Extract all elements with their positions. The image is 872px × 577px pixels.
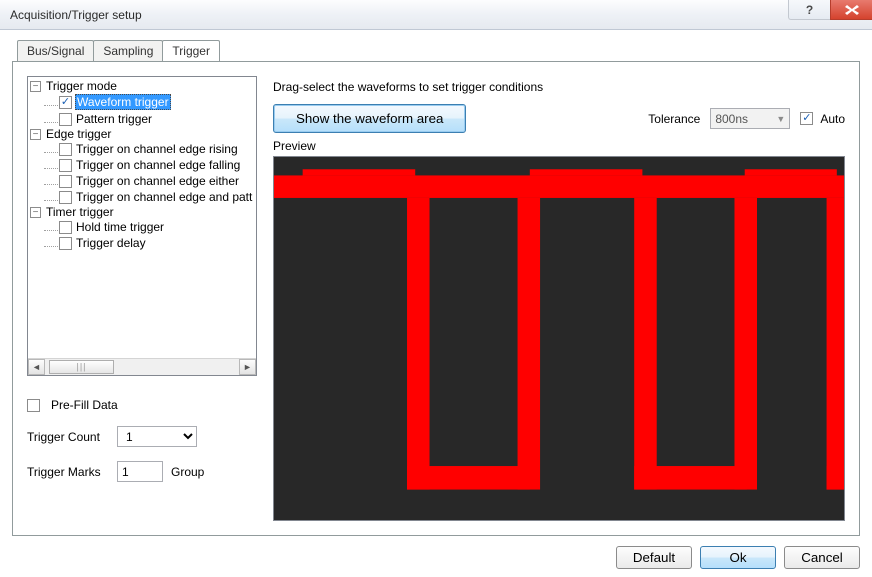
expander-icon[interactable]: −: [30, 129, 41, 140]
node-edge-patt[interactable]: Trigger on channel edge and patt: [75, 190, 253, 204]
preview-label: Preview: [273, 139, 845, 153]
node-trigger-delay[interactable]: Trigger delay: [75, 236, 147, 250]
window-buttons: ?: [788, 0, 872, 20]
window-title: Acquisition/Trigger setup: [10, 8, 142, 22]
node-waveform-trigger[interactable]: Waveform trigger: [75, 94, 171, 110]
tab-sampling[interactable]: Sampling: [93, 40, 163, 61]
group-label: Group: [171, 465, 204, 479]
checkbox-waveform-trigger[interactable]: [59, 96, 72, 109]
auto-label: Auto: [820, 112, 845, 126]
node-hold-time[interactable]: Hold time trigger: [75, 220, 165, 234]
close-button[interactable]: [830, 0, 872, 20]
dialog-body: Bus/Signal Sampling Trigger − Trigger mo…: [0, 30, 872, 577]
waveform-preview[interactable]: [273, 156, 845, 521]
cancel-button[interactable]: Cancel: [784, 546, 860, 569]
dialog-footer: Default Ok Cancel: [0, 546, 872, 569]
node-edge-trigger[interactable]: Edge trigger: [45, 127, 112, 141]
expander-icon[interactable]: −: [30, 207, 41, 218]
trigger-marks-input[interactable]: [117, 461, 163, 482]
titlebar: Acquisition/Trigger setup ?: [0, 0, 872, 30]
checkbox-edge-falling[interactable]: [59, 159, 72, 172]
left-options: Pre-Fill Data Trigger Count 1 Trigger Ma…: [27, 376, 257, 482]
default-button[interactable]: Default: [616, 546, 692, 569]
chevron-down-icon: ▼: [776, 114, 785, 124]
trigger-marks-label: Trigger Marks: [27, 465, 109, 479]
node-edge-rising[interactable]: Trigger on channel edge rising: [75, 142, 239, 156]
node-trigger-mode[interactable]: Trigger mode: [45, 79, 118, 93]
waveform-icon: [274, 157, 844, 490]
checkbox-prefill-data[interactable]: [27, 399, 40, 412]
checkbox-edge-patt[interactable]: [59, 191, 72, 204]
node-pattern-trigger[interactable]: Pattern trigger: [75, 112, 153, 126]
tab-bus-signal[interactable]: Bus/Signal: [17, 40, 94, 61]
trigger-tree[interactable]: − Trigger mode Waveform trigger: [27, 76, 257, 376]
scroll-thumb[interactable]: [49, 360, 114, 374]
scroll-right-icon[interactable]: ►: [239, 359, 256, 375]
checkbox-pattern-trigger[interactable]: [59, 113, 72, 126]
tree-horizontal-scrollbar[interactable]: ◄ ►: [28, 358, 256, 375]
ok-button[interactable]: Ok: [700, 546, 776, 569]
tab-panel-trigger: − Trigger mode Waveform trigger: [12, 61, 860, 536]
help-icon: ?: [806, 3, 813, 17]
checkbox-auto[interactable]: [800, 112, 813, 125]
tolerance-label: Tolerance: [648, 112, 700, 126]
trigger-count-select[interactable]: 1: [117, 426, 197, 447]
right-column: Drag-select the waveforms to set trigger…: [273, 76, 845, 521]
trigger-count-label: Trigger Count: [27, 430, 109, 444]
expander-icon[interactable]: −: [30, 81, 41, 92]
help-button[interactable]: ?: [788, 0, 830, 20]
node-edge-falling[interactable]: Trigger on channel edge falling: [75, 158, 241, 172]
show-waveform-button[interactable]: Show the waveform area: [273, 104, 466, 133]
close-icon: [845, 5, 859, 15]
node-timer-trigger[interactable]: Timer trigger: [45, 205, 115, 219]
checkbox-trigger-delay[interactable]: [59, 237, 72, 250]
node-edge-either[interactable]: Trigger on channel edge either: [75, 174, 240, 188]
checkbox-hold-time[interactable]: [59, 221, 72, 234]
tabstrip: Bus/Signal Sampling Trigger: [17, 40, 860, 61]
tab-trigger[interactable]: Trigger: [162, 40, 220, 61]
tolerance-value: 800ns: [715, 112, 748, 126]
scroll-left-icon[interactable]: ◄: [28, 359, 45, 375]
checkbox-edge-either[interactable]: [59, 175, 72, 188]
prefill-label: Pre-Fill Data: [51, 398, 118, 412]
tolerance-select[interactable]: 800ns ▼: [710, 108, 790, 129]
instruction-text: Drag-select the waveforms to set trigger…: [273, 80, 845, 94]
left-column: − Trigger mode Waveform trigger: [27, 76, 257, 521]
checkbox-edge-rising[interactable]: [59, 143, 72, 156]
